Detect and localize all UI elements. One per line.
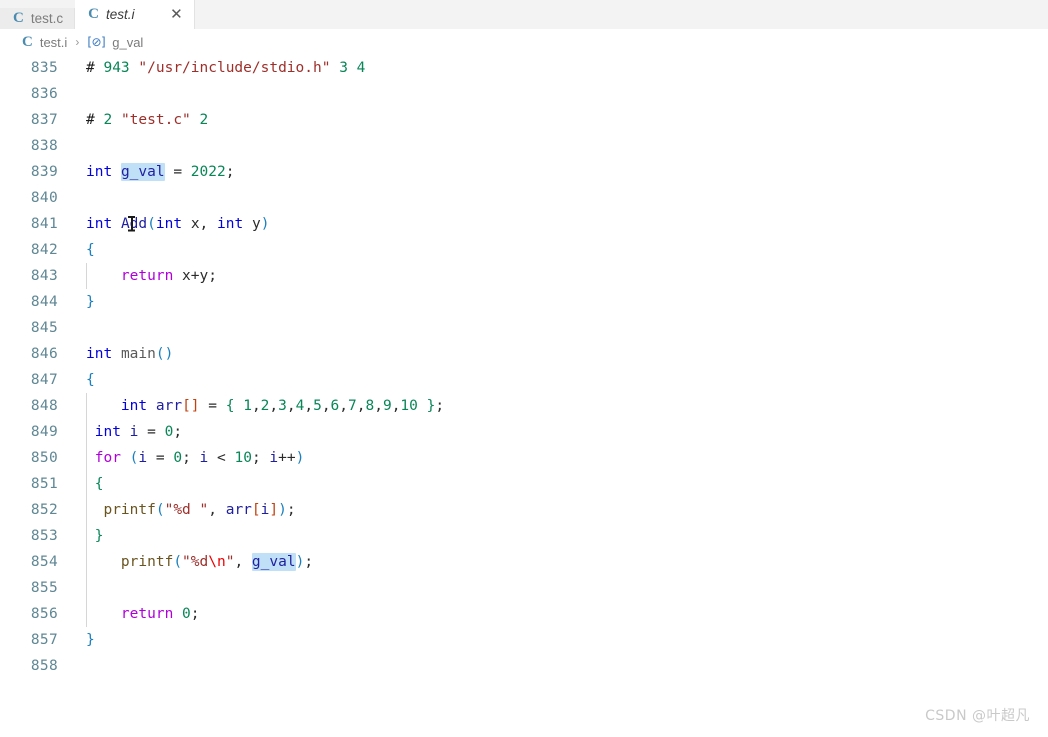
line-number: 843 bbox=[30, 268, 58, 284]
c-file-icon: C bbox=[88, 6, 99, 22]
code-line: 836 bbox=[0, 81, 1048, 107]
code-line: 846 int main() bbox=[0, 341, 1048, 367]
breadcrumb: C test.i › [⊘] g_val bbox=[0, 29, 1048, 55]
code-line: 848 int arr[] = { 1,2,3,4,5,6,7,8,9,10 }… bbox=[0, 393, 1048, 419]
code-content[interactable]: printf("%d ", arr[i]); bbox=[72, 502, 1048, 518]
code-line: 858 bbox=[0, 653, 1048, 679]
line-number: 851 bbox=[30, 476, 58, 492]
line-number: 837 bbox=[30, 112, 58, 128]
indent-guide bbox=[86, 549, 87, 575]
indent-guide bbox=[86, 523, 87, 549]
line-number: 838 bbox=[30, 138, 58, 154]
line-number: 841 bbox=[30, 216, 58, 232]
code-line: 847 { bbox=[0, 367, 1048, 393]
code-line: 855 bbox=[0, 575, 1048, 601]
chevron-right-icon: › bbox=[75, 35, 80, 49]
indent-guide bbox=[86, 445, 87, 471]
code-content[interactable]: for (i = 0; i < 10; i++) bbox=[72, 450, 1048, 466]
code-content[interactable]: int Add(int x, int y) bbox=[72, 216, 1048, 232]
code-content[interactable]: return 0; bbox=[72, 606, 1048, 622]
code-content[interactable]: printf("%d\n", g_val); bbox=[72, 553, 1048, 571]
code-content[interactable]: } bbox=[72, 632, 1048, 648]
breadcrumb-symbol[interactable]: g_val bbox=[112, 35, 143, 50]
highlighted-symbol: g_val bbox=[251, 553, 296, 571]
tab-test-c[interactable]: C test.c bbox=[0, 8, 76, 29]
indent-guide bbox=[86, 263, 87, 289]
code-line: 857 } bbox=[0, 627, 1048, 653]
variable-symbol-icon: [⊘] bbox=[87, 35, 106, 49]
indent-guide bbox=[86, 575, 87, 601]
breadcrumb-file[interactable]: test.i bbox=[40, 35, 67, 50]
code-content[interactable]: int i = 0; bbox=[72, 424, 1048, 440]
code-line: 837 # 2 "test.c" 2 bbox=[0, 107, 1048, 133]
code-line: 844 } bbox=[0, 289, 1048, 315]
code-line: 849 int i = 0; bbox=[0, 419, 1048, 445]
code-content[interactable]: { bbox=[72, 476, 1048, 492]
indent-guide bbox=[86, 419, 87, 445]
tab-label: test.i bbox=[105, 7, 135, 22]
line-number: 855 bbox=[30, 580, 58, 596]
line-number: 848 bbox=[30, 398, 58, 414]
code-line: 839 int g_val = 2022; bbox=[0, 159, 1048, 185]
code-line: 841 int Add(int x, int y) bbox=[0, 211, 1048, 237]
code-line: 840 bbox=[0, 185, 1048, 211]
line-number: 844 bbox=[30, 294, 58, 310]
tab-label: test.c bbox=[30, 11, 64, 26]
line-number: 850 bbox=[30, 450, 58, 466]
code-content[interactable]: int arr[] = { 1,2,3,4,5,6,7,8,9,10 }; bbox=[72, 398, 1048, 414]
code-line: 838 bbox=[0, 133, 1048, 159]
code-editor[interactable]: 835 # 943 "/usr/include/stdio.h" 3 4 836… bbox=[0, 55, 1048, 737]
code-line: 853 } bbox=[0, 523, 1048, 549]
line-number: 846 bbox=[30, 346, 58, 362]
code-line: 842 { bbox=[0, 237, 1048, 263]
code-line: 852 printf("%d ", arr[i]); bbox=[0, 497, 1048, 523]
line-number: 836 bbox=[30, 86, 58, 102]
code-content[interactable]: int main() bbox=[72, 346, 1048, 362]
line-number: 854 bbox=[30, 554, 58, 570]
line-number: 852 bbox=[30, 502, 58, 518]
c-file-icon: C bbox=[22, 33, 33, 50]
indent-guide bbox=[86, 497, 87, 523]
code-line: 850 for (i = 0; i < 10; i++) bbox=[0, 445, 1048, 471]
c-file-icon: C bbox=[13, 10, 24, 26]
line-number: 856 bbox=[30, 606, 58, 622]
code-content[interactable]: { bbox=[72, 372, 1048, 388]
line-number: 849 bbox=[30, 424, 58, 440]
code-content[interactable]: return x+y; bbox=[72, 268, 1048, 284]
watermark: CSDN @叶超凡 bbox=[925, 708, 1030, 724]
code-line: 856 return 0; bbox=[0, 601, 1048, 627]
close-icon[interactable]: ✕ bbox=[169, 7, 183, 22]
highlighted-symbol: g_val bbox=[120, 163, 165, 181]
indent-guide bbox=[86, 601, 87, 627]
code-content[interactable]: # 2 "test.c" 2 bbox=[72, 112, 1048, 128]
line-number: 853 bbox=[30, 528, 58, 544]
code-content[interactable]: # 943 "/usr/include/stdio.h" 3 4 bbox=[72, 60, 1048, 76]
line-number: 835 bbox=[30, 60, 58, 76]
line-number: 858 bbox=[30, 658, 58, 674]
code-line: 835 # 943 "/usr/include/stdio.h" 3 4 bbox=[0, 55, 1048, 81]
line-number: 857 bbox=[30, 632, 58, 648]
line-number: 845 bbox=[30, 320, 58, 336]
editor-tab-bar: C test.c C test.i ✕ bbox=[0, 0, 1048, 29]
tab-bar-empty-area bbox=[195, 0, 1048, 29]
code-content[interactable]: { bbox=[72, 242, 1048, 258]
code-line: 845 bbox=[0, 315, 1048, 341]
code-line: 854 printf("%d\n", g_val); bbox=[0, 549, 1048, 575]
line-number: 842 bbox=[30, 242, 58, 258]
line-number: 847 bbox=[30, 372, 58, 388]
code-content[interactable]: } bbox=[72, 528, 1048, 544]
tab-test-i[interactable]: C test.i ✕ bbox=[75, 0, 196, 29]
line-number: 840 bbox=[30, 190, 58, 206]
code-line: 851 { bbox=[0, 471, 1048, 497]
code-content[interactable]: int g_val = 2022; bbox=[72, 163, 1048, 181]
indent-guide bbox=[86, 471, 87, 497]
code-line: 843 return x+y; bbox=[0, 263, 1048, 289]
indent-guide bbox=[86, 393, 87, 419]
code-content[interactable]: } bbox=[72, 294, 1048, 310]
line-number: 839 bbox=[30, 164, 58, 180]
vscode-window: C test.c C test.i ✕ C test.i › [⊘] g_val… bbox=[0, 0, 1048, 737]
